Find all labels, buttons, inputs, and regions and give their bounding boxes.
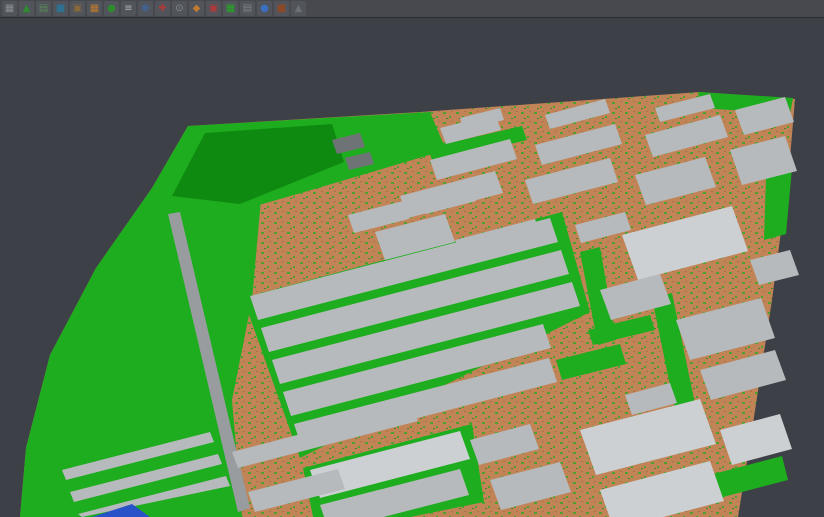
ground-layer-icon[interactable]: ▣ <box>70 1 85 16</box>
grid-green-icon[interactable]: ▦ <box>223 1 238 16</box>
list-icon[interactable]: ≡ <box>121 1 136 16</box>
target-icon[interactable]: ⊙ <box>172 1 187 16</box>
crop-icon[interactable]: ▣ <box>206 1 221 16</box>
select-tool-icon[interactable]: ▦ <box>2 1 17 16</box>
terrain-tool-icon[interactable]: ▲ <box>19 1 34 16</box>
table-icon[interactable]: ▤ <box>240 1 255 16</box>
soil-icon[interactable]: ■ <box>274 1 289 16</box>
sphere-icon[interactable]: ● <box>257 1 272 16</box>
add-point-icon[interactable]: ✚ <box>155 1 170 16</box>
classify-icon[interactable]: ▦ <box>87 1 102 16</box>
toolbar: ▦▲▤■▣▦●≡⊕✚⊙◆▣▦▤●■▲ <box>0 0 824 18</box>
marker-icon[interactable]: ◆ <box>189 1 204 16</box>
scene-polygon <box>764 168 792 240</box>
water-layer-icon[interactable]: ■ <box>53 1 68 16</box>
vegetation-icon[interactable]: ● <box>104 1 119 16</box>
layers-icon[interactable]: ▤ <box>36 1 51 16</box>
globe-icon[interactable]: ⊕ <box>138 1 153 16</box>
elevation-icon[interactable]: ▲ <box>291 1 306 16</box>
3d-viewport[interactable] <box>0 0 824 517</box>
